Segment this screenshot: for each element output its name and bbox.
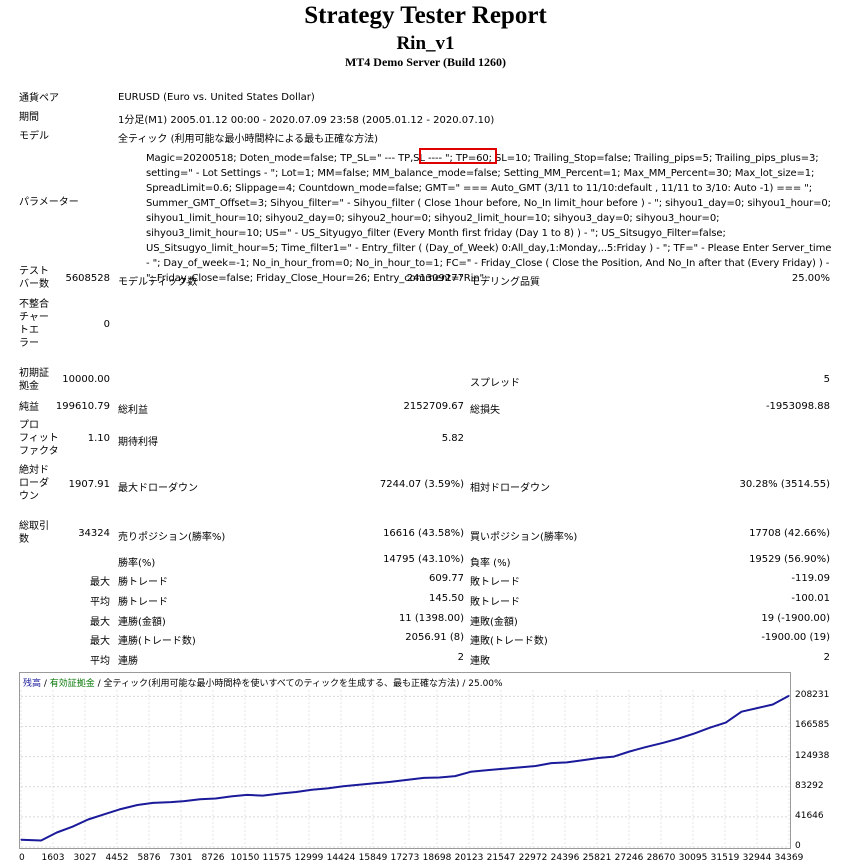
x-tick-label: 5876 <box>137 853 161 863</box>
balance-point <box>740 711 743 713</box>
balance-point <box>709 727 711 729</box>
x-tick-label: 7301 <box>169 853 193 863</box>
x-tick-label: 11575 <box>262 853 292 863</box>
x-tick-label: 14424 <box>326 853 356 863</box>
y-tick-label: 83292 <box>795 780 824 791</box>
balance-point <box>311 789 313 791</box>
balance-point <box>20 839 22 841</box>
balance-point <box>470 771 472 773</box>
balance-point <box>438 776 441 779</box>
balance-point <box>582 759 584 761</box>
balance-point <box>262 795 264 797</box>
balance-point <box>788 695 790 697</box>
x-tick-label: 4452 <box>105 853 129 863</box>
balance-point <box>358 784 360 786</box>
balance-point <box>87 818 89 821</box>
x-tick-label: 1603 <box>41 853 65 863</box>
x-tick-label: 0 <box>19 853 25 863</box>
x-tick-label: 3027 <box>73 853 97 863</box>
balance-point <box>342 785 344 787</box>
balance-point <box>693 732 696 735</box>
balance-point <box>56 831 58 834</box>
balance-point <box>183 800 185 802</box>
x-tick-label: 28670 <box>646 853 676 863</box>
balance-point <box>644 746 646 748</box>
balance-point <box>629 750 631 753</box>
balance-point <box>170 801 172 803</box>
y-tick-label: 41646 <box>795 810 824 821</box>
balance-point <box>40 839 42 842</box>
balance-point <box>756 707 758 709</box>
balance-point <box>279 792 282 795</box>
balance-point <box>662 742 664 744</box>
balance-point <box>230 795 232 797</box>
balance-point <box>597 757 599 759</box>
x-tick-label: 10150 <box>230 853 260 863</box>
balance-point <box>423 777 425 779</box>
balance-point <box>550 762 552 764</box>
y-tick-label: 208231 <box>795 690 830 701</box>
x-tick-label: 34369 <box>774 853 804 863</box>
balance-point <box>613 755 615 758</box>
balance-point <box>136 804 138 806</box>
balance-point <box>535 765 537 767</box>
balance-point <box>246 794 248 796</box>
x-tick-label: 20123 <box>454 853 484 863</box>
balance-point <box>485 769 488 771</box>
balance-point <box>725 721 727 724</box>
balance-point <box>678 737 680 740</box>
balance-point <box>389 781 391 783</box>
x-tick-label: 15849 <box>358 853 388 863</box>
x-tick-label: 8726 <box>201 853 225 863</box>
x-tick-label: 24396 <box>550 853 580 863</box>
balance-point <box>326 787 329 789</box>
x-tick-label: 31519 <box>710 853 740 863</box>
x-tick-label: 21547 <box>486 853 516 863</box>
balance-point <box>772 703 774 706</box>
balance-point <box>71 826 74 828</box>
balance-point <box>566 761 568 763</box>
y-tick-label: 124938 <box>795 750 830 761</box>
x-tick-label: 18698 <box>422 853 452 863</box>
balance-point <box>373 782 376 784</box>
x-tick-label: 17273 <box>390 853 420 863</box>
equity-chart <box>20 690 790 848</box>
balance-point <box>215 797 217 800</box>
x-tick-label: 25821 <box>582 853 612 863</box>
y-tick-label: 166585 <box>795 720 830 731</box>
y-tick-label: 0 <box>795 841 801 851</box>
x-tick-label: 30095 <box>678 853 708 863</box>
balance-point <box>501 768 503 770</box>
balance-point <box>103 813 105 816</box>
x-tick-label: 27246 <box>614 853 644 863</box>
balance-point <box>199 798 201 800</box>
x-tick-label: 22972 <box>518 853 548 863</box>
balance-point <box>118 808 121 810</box>
x-tick-label: 12999 <box>294 853 324 863</box>
balance-point <box>295 791 297 793</box>
balance-point <box>454 775 456 777</box>
balance-point <box>519 766 521 769</box>
x-tick-label: 32944 <box>742 853 772 863</box>
balance-point <box>407 779 409 781</box>
balance-point <box>152 802 154 804</box>
